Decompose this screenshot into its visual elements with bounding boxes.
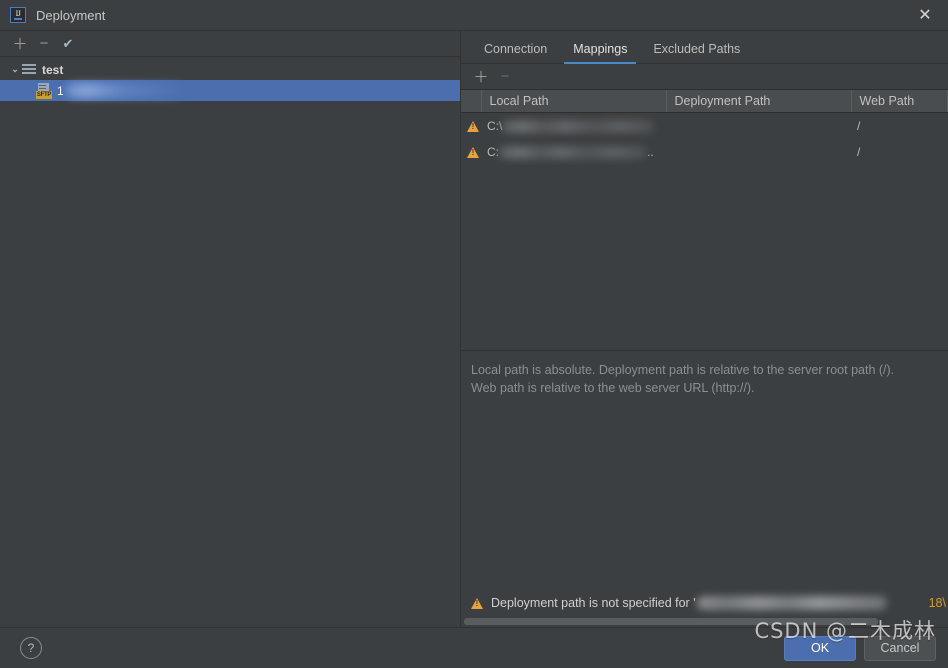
servers-toolbar: ＋ − ✔ [0, 31, 460, 57]
cell-web-path[interactable]: / [851, 113, 948, 140]
tab-connection[interactable]: Connection [471, 42, 560, 63]
mappings-table-wrapper: Local Path Deployment Path Web Path C:\ [461, 89, 948, 165]
cell-deployment-path[interactable] [666, 139, 851, 165]
cell-deployment-path[interactable] [666, 113, 851, 140]
validation-warning-redacted [696, 596, 887, 610]
dialog-actions: OK Cancel [784, 635, 936, 661]
tree-item-label-redacted [65, 83, 184, 98]
warning-icon [467, 121, 479, 133]
horizontal-scrollbar-thumb[interactable] [464, 618, 878, 625]
cell-local-path-text: C:\ [487, 119, 503, 133]
validation-warning: Deployment path is not specified for ' 1… [461, 588, 948, 618]
add-mapping-button[interactable]: ＋ [469, 66, 493, 88]
cell-local-path[interactable]: C: .. [481, 139, 666, 165]
tree-item-label: 1 [57, 83, 64, 98]
cell-local-path[interactable]: C:\ [481, 113, 666, 140]
dialog-footer: ? OK Cancel [0, 627, 948, 668]
intellij-idea-icon-text: IJ [15, 9, 21, 18]
tree-group-label: test [42, 62, 64, 77]
column-header-web-path[interactable]: Web Path [851, 90, 948, 113]
table-header-row: Local Path Deployment Path Web Path [461, 90, 948, 113]
mappings-panel: Connection Mappings Excluded Paths ＋ − L [461, 31, 948, 627]
validation-warning-tail: 18\ [928, 596, 946, 610]
column-header-deployment-path[interactable]: Deployment Path [666, 90, 852, 113]
cell-web-path[interactable]: / [851, 139, 948, 165]
tree-item-sftp-server[interactable]: SFTP 1 [0, 80, 460, 101]
servers-tree[interactable]: ⌄ test SFTP 1 [0, 57, 460, 627]
validation-warning-text: Deployment path is not specified for ' [491, 596, 696, 610]
sftp-server-icon-tag: SFTP [36, 90, 52, 99]
chevron-down-icon[interactable]: ⌄ [8, 64, 22, 75]
table-row[interactable]: C:\ / [461, 113, 948, 140]
row-status-warning [461, 113, 481, 140]
tree-group-test[interactable]: ⌄ test [0, 59, 460, 80]
table-row[interactable]: C: .. / [461, 139, 948, 165]
ok-button[interactable]: OK [784, 635, 856, 661]
set-default-server-button[interactable]: ✔ [56, 33, 80, 55]
row-status-warning [461, 139, 481, 165]
dialog-body: ＋ − ✔ ⌄ test SFTP 1 Connection Mappings … [0, 31, 948, 627]
cell-local-path-redacted [499, 145, 647, 159]
tab-mappings[interactable]: Mappings [560, 42, 640, 64]
sftp-server-icon: SFTP [36, 82, 52, 99]
servers-panel: ＋ − ✔ ⌄ test SFTP 1 [0, 31, 461, 627]
mappings-table-empty-area[interactable] [461, 165, 948, 350]
mappings-hint: Local path is absolute. Deployment path … [461, 350, 948, 588]
warning-icon [467, 147, 479, 159]
hint-line-1: Local path is absolute. Deployment path … [471, 363, 895, 377]
server-group-icon [22, 63, 36, 76]
cancel-button[interactable]: Cancel [864, 635, 936, 661]
remove-server-button[interactable]: − [32, 33, 56, 55]
close-icon[interactable]: ✕ [902, 0, 948, 30]
horizontal-scrollbar[interactable] [461, 618, 948, 627]
cell-local-path-redacted [502, 119, 655, 133]
cell-local-path-ellipsis: .. [647, 145, 654, 159]
hint-line-2: Web path is relative to the web server U… [471, 381, 755, 395]
settings-tabs: Connection Mappings Excluded Paths [461, 31, 948, 64]
intellij-idea-icon: IJ [10, 7, 26, 23]
remove-mapping-button: − [500, 68, 510, 85]
warning-icon [471, 597, 483, 609]
mappings-table: Local Path Deployment Path Web Path C:\ [461, 90, 948, 165]
add-server-button[interactable]: ＋ [8, 33, 32, 55]
tab-excluded-paths[interactable]: Excluded Paths [640, 42, 753, 63]
window-title: Deployment [36, 7, 106, 23]
cell-local-path-text: C: [487, 145, 499, 159]
mappings-toolbar: ＋ − [461, 64, 948, 89]
help-button[interactable]: ? [20, 637, 42, 659]
column-header-status[interactable] [461, 90, 482, 113]
column-header-local-path[interactable]: Local Path [481, 90, 667, 113]
window-titlebar: IJ Deployment ✕ [0, 0, 948, 31]
